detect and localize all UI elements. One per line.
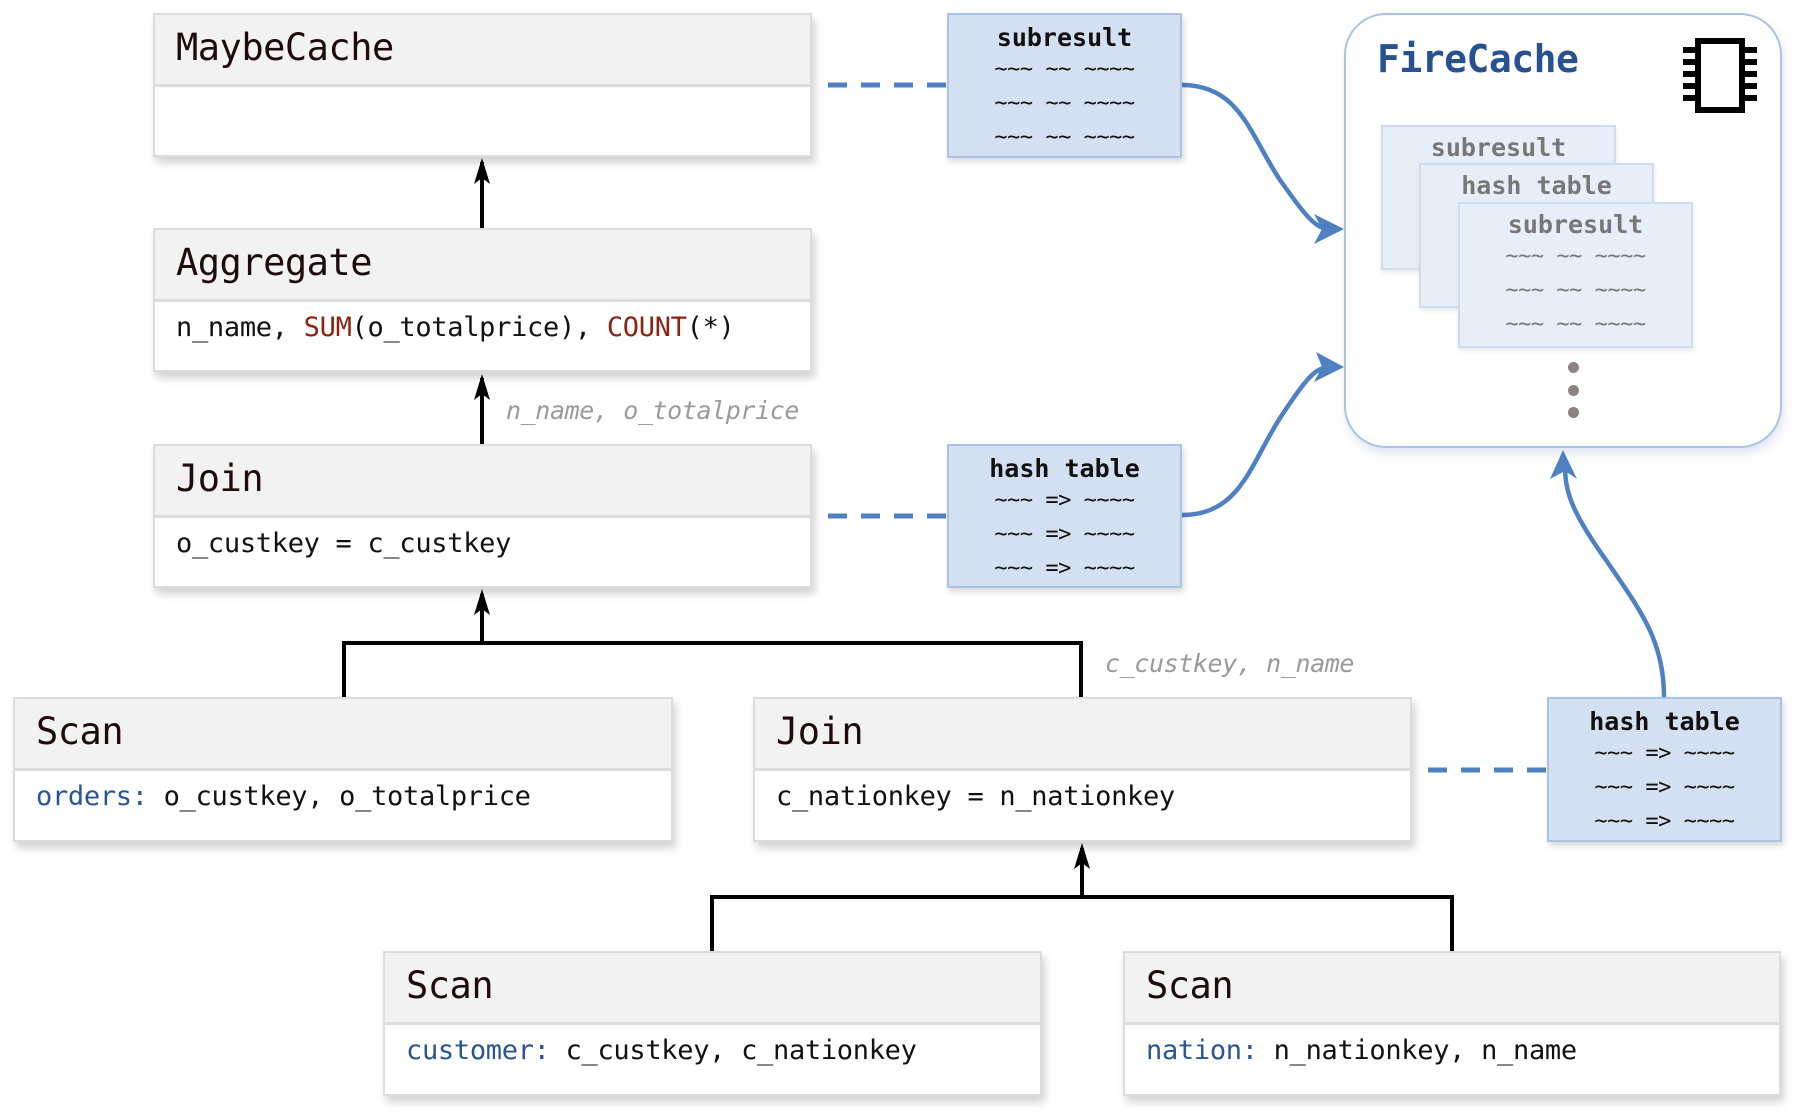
cache-entry-row: ~~~ ~~ ~~~~ xyxy=(1505,278,1646,303)
ellipsis-dot xyxy=(1568,407,1579,418)
memo-title: hash table xyxy=(1589,707,1740,736)
memo-row: ~~~ ~~ ~~~~ xyxy=(994,125,1135,150)
memo-row: ~~~ => ~~~~ xyxy=(1594,741,1735,766)
operator-header: Scan xyxy=(385,953,1040,1025)
memo-row: ~~~ ~~ ~~~~ xyxy=(994,91,1135,116)
operator-header: Aggregate xyxy=(155,230,810,302)
memo-row: ~~~ ~~ ~~~~ xyxy=(994,57,1135,82)
ellipsis-dot xyxy=(1568,385,1579,396)
firecache-title: FireCache xyxy=(1377,37,1579,81)
operator-scan-customer[interactable]: Scan customer: c_custkey, c_nationkey xyxy=(383,951,1042,1096)
operator-header: MaybeCache xyxy=(155,15,810,87)
cache-entry-title: subresult xyxy=(1507,210,1644,239)
agg-function-sum: SUM xyxy=(303,312,352,343)
operator-title: Join xyxy=(776,710,864,753)
memo-row: ~~~ => ~~~~ xyxy=(994,556,1135,581)
memo-row: ~~~ => ~~~~ xyxy=(1594,809,1735,834)
operator-scan-nation[interactable]: Scan nation: n_nationkey, n_name xyxy=(1123,951,1781,1096)
edge-label-join-bottom-to-join-top: c_custkey, n_name xyxy=(1105,649,1355,678)
edge-children-to-join-top xyxy=(342,641,1083,697)
agg-count-arg: (*) xyxy=(686,312,735,343)
operator-scan-orders[interactable]: Scan orders: o_custkey, o_totalprice xyxy=(13,697,673,842)
memo-row: ~~~ => ~~~~ xyxy=(994,488,1135,513)
operator-title: Scan xyxy=(406,964,494,1007)
memo-hash-table-bottom[interactable]: hash table ~~~ => ~~~~ ~~~ => ~~~~ ~~~ =… xyxy=(1547,697,1782,842)
flow-hashtable-bottom-to-firecache xyxy=(1562,464,1667,698)
scan-columns: customer: c_custkey, c_nationkey xyxy=(406,1035,917,1066)
ellipsis-dot xyxy=(1568,362,1579,373)
flow-arrowhead-2 xyxy=(1314,352,1344,382)
agg-function-count: COUNT xyxy=(606,312,687,343)
scan-column-list: o_custkey, o_totalprice xyxy=(147,781,531,812)
memo-hash-table-mid[interactable]: hash table ~~~ => ~~~~ ~~~ => ~~~~ ~~~ =… xyxy=(947,444,1182,588)
join-condition: c_nationkey = n_nationkey xyxy=(776,781,1175,812)
flow-hashtable-to-firecache xyxy=(1181,364,1331,518)
operator-header: Scan xyxy=(1125,953,1779,1025)
scan-table-name: customer: xyxy=(406,1035,550,1066)
operator-join-bottom[interactable]: Join c_nationkey = n_nationkey xyxy=(753,697,1412,842)
cache-entry-title: hash table xyxy=(1461,171,1612,200)
memo-title: hash table xyxy=(989,454,1140,483)
operator-join-top[interactable]: Join o_custkey = c_custkey xyxy=(153,444,812,588)
operator-title: Scan xyxy=(1146,964,1234,1007)
memo-title: subresult xyxy=(996,23,1133,52)
scan-columns: nation: n_nationkey, n_name xyxy=(1146,1035,1577,1066)
operator-header: Join xyxy=(755,699,1410,771)
scan-columns: orders: o_custkey, o_totalprice xyxy=(36,781,531,812)
memo-row: ~~~ => ~~~~ xyxy=(994,522,1135,547)
cache-entry-row: ~~~ ~~ ~~~~ xyxy=(1505,244,1646,269)
operator-header: Scan xyxy=(15,699,671,771)
flow-arrowhead-1 xyxy=(1314,214,1344,244)
agg-group-col: n_name, xyxy=(176,312,304,343)
operator-title: MaybeCache xyxy=(176,26,394,69)
edge-label-join-to-aggregate: n_name, o_totalprice xyxy=(506,396,800,425)
memory-chip-icon xyxy=(1683,38,1757,113)
scan-table-name: orders: xyxy=(36,781,148,812)
operator-aggregate[interactable]: Aggregate n_name, SUM(o_totalprice), COU… xyxy=(153,228,812,372)
cache-entry-card[interactable]: subresult ~~~ ~~ ~~~~ ~~~ ~~ ~~~~ ~~~ ~~… xyxy=(1458,202,1693,348)
operator-header: Join xyxy=(155,446,810,518)
memo-subresult[interactable]: subresult ~~~ ~~ ~~~~ ~~~ ~~ ~~~~ ~~~ ~~… xyxy=(947,13,1182,158)
operator-body: n_name, SUM(o_totalprice), COUNT(*) xyxy=(176,312,735,343)
operator-maybecache[interactable]: MaybeCache xyxy=(153,13,812,157)
agg-sum-arg: (o_totalprice), xyxy=(351,312,607,343)
operator-title: Aggregate xyxy=(176,241,372,284)
operator-title: Scan xyxy=(36,710,124,753)
scan-column-list: c_custkey, c_nationkey xyxy=(549,1035,917,1066)
edge-children-to-join-bottom xyxy=(710,895,1454,951)
flow-subresult-to-firecache xyxy=(1181,82,1331,232)
operator-title: Join xyxy=(176,457,264,500)
memo-row: ~~~ => ~~~~ xyxy=(1594,775,1735,800)
scan-column-list: n_nationkey, n_name xyxy=(1257,1035,1577,1066)
cache-entry-title: subresult xyxy=(1430,133,1567,162)
scan-table-name: nation: xyxy=(1146,1035,1258,1066)
join-condition: o_custkey = c_custkey xyxy=(176,528,512,559)
cache-entry-row: ~~~ ~~ ~~~~ xyxy=(1505,312,1646,337)
